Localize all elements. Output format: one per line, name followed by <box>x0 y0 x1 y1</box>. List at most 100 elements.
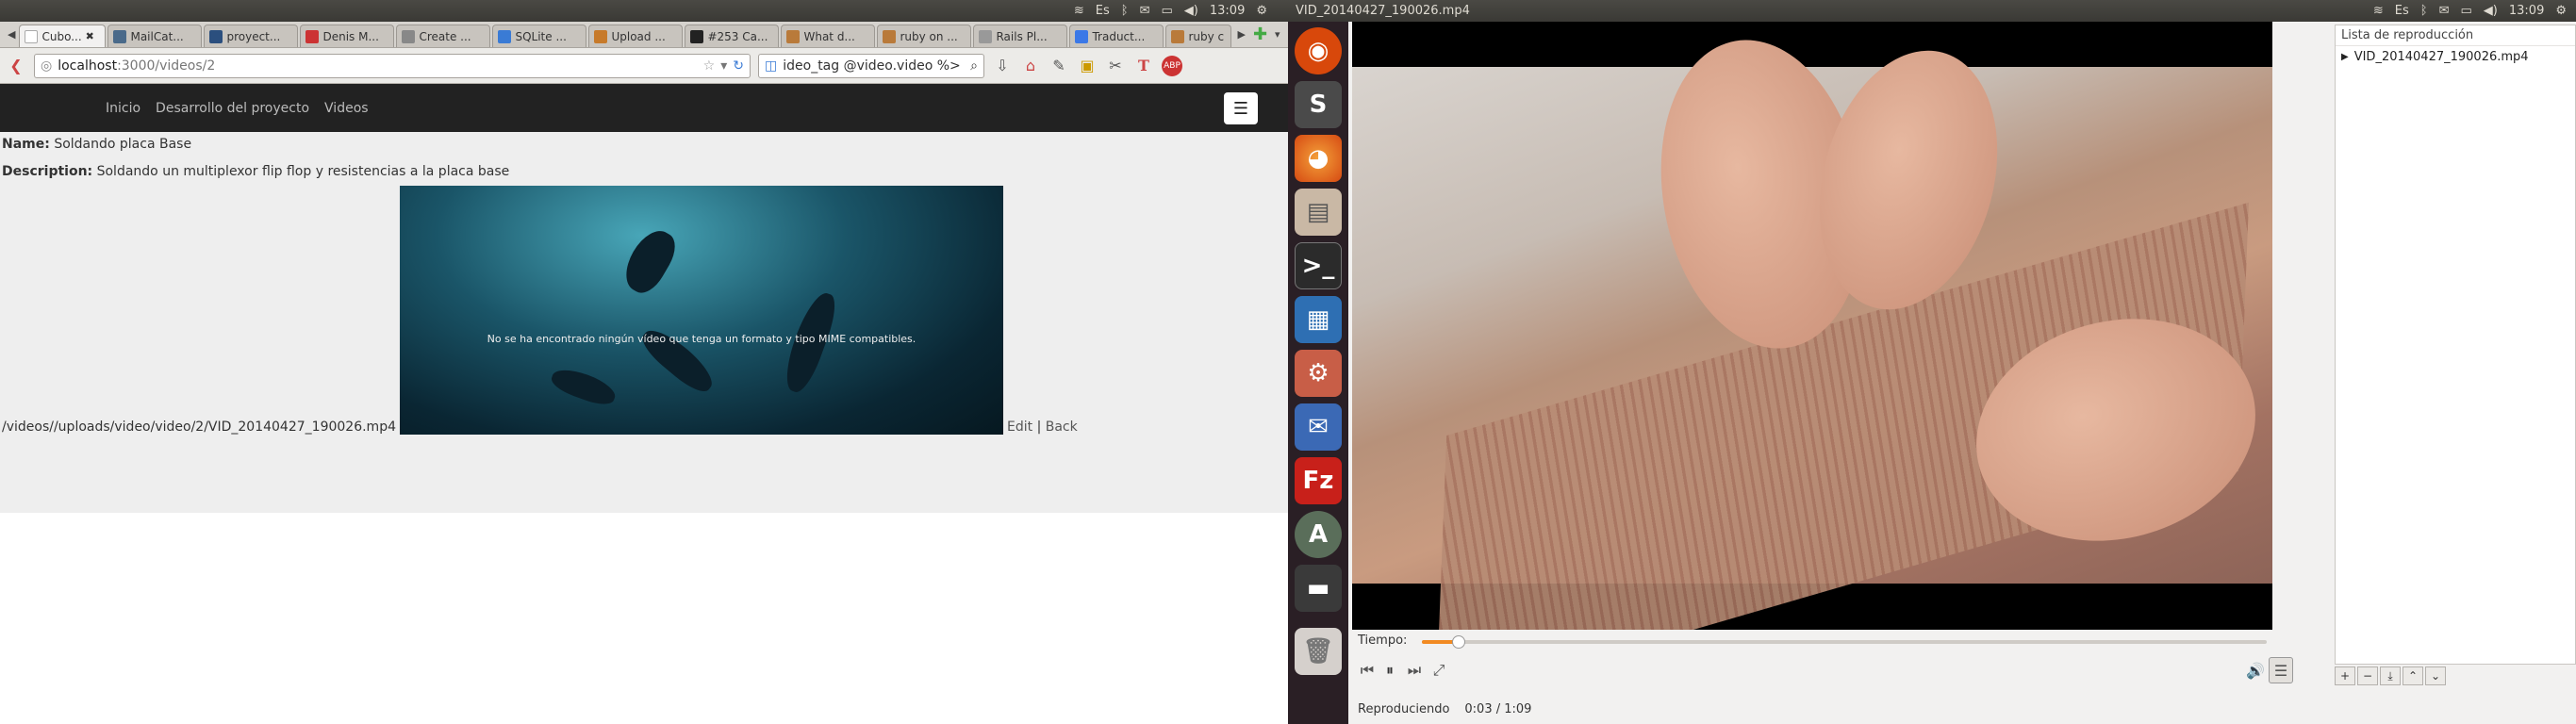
tab-label: MailCat... <box>130 29 184 43</box>
tab-253[interactable]: #253 Ca... <box>685 25 780 47</box>
text-tool-icon[interactable]: T <box>1133 57 1154 74</box>
edit-link[interactable]: Edit <box>1007 420 1032 435</box>
playlist-item-label: VID_20140427_190026.mp4 <box>2353 50 2529 64</box>
tab-label: Create ... <box>419 29 471 43</box>
reload-icon[interactable]: ↻ <box>733 58 744 74</box>
bluetooth-icon[interactable]: ᛒ <box>1121 4 1129 18</box>
clock[interactable]: 13:09 <box>1210 4 1245 18</box>
top-panel-left: ≋ Es ᛒ ✉ ▭ ◀) 13:09 ⚙ <box>0 0 1288 22</box>
save-icon[interactable]: ⤓ <box>2380 666 2401 685</box>
tab-sqlite[interactable]: SQLite ... <box>492 25 587 47</box>
nav-link-desarrollo[interactable]: Desarrollo del proyecto <box>156 101 309 116</box>
tab-favicon <box>498 29 512 43</box>
wifi-icon[interactable]: ≋ <box>1074 4 1084 18</box>
tab-scroll-left-icon[interactable]: ◀ <box>4 28 19 41</box>
software-updater-icon[interactable]: A <box>1295 511 1342 558</box>
playlist-toggle-icon[interactable]: ☰ <box>2269 657 2293 683</box>
tab-ruby-on[interactable]: ruby on ... <box>877 25 972 47</box>
tab-favicon <box>209 29 223 43</box>
tab-favicon <box>402 29 416 43</box>
firebug-icon[interactable]: ✎ <box>1049 57 1069 74</box>
tab-cubo[interactable]: Cubo... ✖ <box>19 25 107 47</box>
remove-icon[interactable]: − <box>2357 666 2378 685</box>
html5-video[interactable]: No se ha encontrado ningún vídeo que ten… <box>399 186 1003 435</box>
tab-traduct[interactable]: Traduct... <box>1069 25 1164 47</box>
filezilla-icon[interactable]: Fz <box>1295 457 1342 504</box>
home-icon[interactable]: ⌂ <box>1020 57 1041 74</box>
playlist-title: Lista de reproducción <box>2336 25 2575 46</box>
playlist-item[interactable]: ▶ VID_20140427_190026.mp4 <box>2336 46 2575 68</box>
gear-icon[interactable]: ⚙ <box>1256 4 1267 18</box>
wifi-icon[interactable]: ≋ <box>2373 4 2384 18</box>
tab-create[interactable]: Create ... <box>396 25 491 47</box>
gear-icon[interactable]: ⚙ <box>2555 4 2567 18</box>
addon-icon[interactable]: ▣ <box>1077 57 1098 74</box>
settings-icon[interactable]: ⚙ <box>1295 350 1342 397</box>
tool-icon[interactable]: ✂ <box>1105 57 1126 74</box>
video-display[interactable] <box>1352 22 2272 630</box>
tab-denis[interactable]: Denis M... <box>300 25 395 47</box>
close-icon[interactable]: ✖ <box>86 30 94 42</box>
adblock-icon[interactable]: ABP <box>1162 55 1182 76</box>
files-icon[interactable]: ▤ <box>1295 189 1342 236</box>
battery-icon[interactable]: ▭ <box>1162 4 1173 18</box>
url-bar[interactable]: ◎ localhost:3000/videos/2 ☆ ▾ ↻ <box>34 53 751 78</box>
mail-icon[interactable]: ✉ <box>2439 4 2450 18</box>
clock[interactable]: 13:09 <box>2509 4 2544 18</box>
keyboard-icon[interactable]: Es <box>1096 4 1110 18</box>
move-up-icon[interactable]: ⌃ <box>2403 666 2423 685</box>
name-field: Name: Soldando placa Base <box>2 136 1286 153</box>
trash-icon[interactable]: 🗑 <box>1295 628 1342 675</box>
volume-icon[interactable]: 🔊 <box>2242 657 2269 683</box>
tab-mailcat[interactable]: MailCat... <box>107 25 203 47</box>
back-link[interactable]: Back <box>1046 420 1078 435</box>
search-icon[interactable]: ⌕ <box>970 58 978 74</box>
right-screen: VID_20140427_190026.mp4 ≋ Es ᛒ ✉ ▭ ◀) 13… <box>1288 0 2576 724</box>
back-arrow-icon[interactable]: ❮ <box>6 57 26 74</box>
download-icon[interactable]: ⇩ <box>992 57 1013 74</box>
thunderbird-icon[interactable]: ✉ <box>1295 403 1342 451</box>
pause-icon[interactable]: ⏸ <box>1377 657 1403 683</box>
dolphin-shape <box>548 363 619 410</box>
ubuntu-icon[interactable]: ◉ <box>1295 27 1342 74</box>
tab-list-icon[interactable]: ▾ <box>1271 28 1284 41</box>
add-icon[interactable]: + <box>2335 666 2355 685</box>
play-arrow-icon: ▶ <box>2341 52 2349 62</box>
tab-scroll-right-icon[interactable]: ▶ <box>1233 28 1248 41</box>
move-down-icon[interactable]: ⌄ <box>2425 666 2446 685</box>
tab-what[interactable]: What d... <box>781 25 876 47</box>
search-engine-icon[interactable]: ◫ <box>765 58 777 74</box>
volume-icon[interactable]: ◀) <box>1184 4 1198 18</box>
menu-toggle-button[interactable]: ☰ <box>1224 92 1258 124</box>
battery-icon[interactable]: ▭ <box>2461 4 2472 18</box>
tab-favicon <box>594 29 608 43</box>
seek-slider[interactable] <box>1422 635 2267 649</box>
gmail-icon <box>305 29 320 43</box>
firefox-icon[interactable]: ◕ <box>1295 135 1342 182</box>
video-row: /videos//uploads/video/video/2/VID_20140… <box>2 186 1078 435</box>
nav-link-inicio[interactable]: Inicio <box>106 101 140 116</box>
new-tab-icon[interactable]: ✚ <box>1249 25 1271 44</box>
seek-handle[interactable] <box>1452 635 1466 649</box>
tab-upload[interactable]: Upload ... <box>588 25 684 47</box>
terminal-icon[interactable]: >_ <box>1295 242 1342 289</box>
search-value: ideo_tag @video.video %> <box>783 58 961 74</box>
star-icon[interactable]: ☆ <box>703 58 716 74</box>
keyboard-icon[interactable]: Es <box>2395 4 2409 18</box>
mail-icon[interactable]: ✉ <box>1140 4 1150 18</box>
tab-proyect[interactable]: proyect... <box>204 25 299 47</box>
bluetooth-icon[interactable]: ᛒ <box>2420 4 2428 18</box>
sublime-icon[interactable]: S <box>1295 81 1342 128</box>
nav-link-videos[interactable]: Videos <box>324 101 369 116</box>
writer-icon[interactable]: ▦ <box>1295 296 1342 343</box>
tab-ruby-c[interactable]: ruby c <box>1165 25 1232 47</box>
volume-icon[interactable]: ◀) <box>2484 4 2498 18</box>
tab-rails[interactable]: Rails Pl... <box>973 25 1068 47</box>
dropdown-icon[interactable]: ▾ <box>720 58 727 74</box>
search-box[interactable]: ◫ ideo_tag @video.video %> ⌕ <box>758 53 984 78</box>
next-icon[interactable]: ⏭ <box>1401 657 1428 683</box>
clapper-icon[interactable]: ▬ <box>1295 565 1342 612</box>
fullscreen-icon[interactable]: ⤢ <box>1426 657 1452 683</box>
tab-label: SQLite ... <box>515 29 567 43</box>
time-row: Tiempo: <box>1358 634 1407 648</box>
